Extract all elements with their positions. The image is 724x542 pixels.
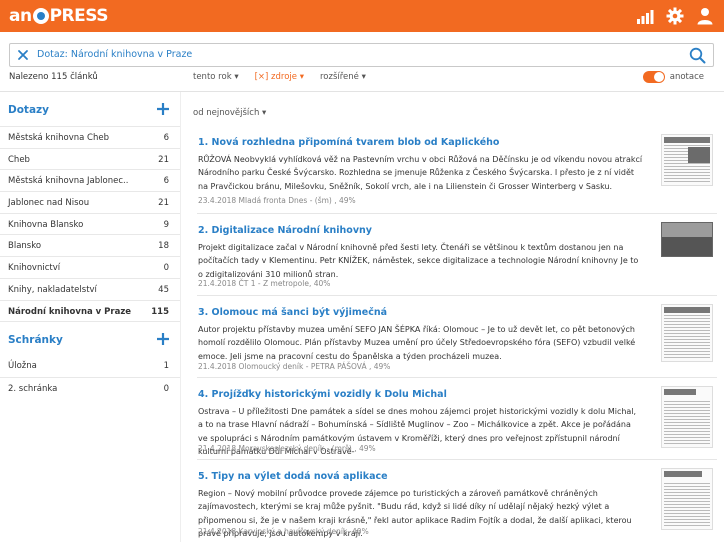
- add-box-icon[interactable]: [156, 332, 170, 346]
- box-count: 1: [163, 361, 169, 372]
- query-label: Knihovna Blansko: [8, 219, 84, 230]
- query-label: Knihy, nakladatelství: [8, 284, 97, 295]
- sidebar-query-item[interactable]: Cheb 21: [0, 147, 180, 170]
- gear-icon[interactable]: [666, 7, 684, 25]
- query-label: Národní knihovna v Praze: [8, 306, 132, 317]
- results-list: 1. Nová rozhledna připomíná tvarem blob …: [197, 126, 717, 542]
- results-count: Nalezeno 115 článků: [9, 72, 98, 82]
- article-snippet: Autor projektu přístavby muzea umění SEF…: [198, 325, 636, 361]
- article-snippet: RŮŽOVÁ Neobvyklá vyhlídková věž na Paste…: [198, 155, 643, 191]
- query-label: Městská knihovna Cheb: [8, 133, 109, 143]
- article-snippet: Projekt digitalizace začal v Národní kni…: [198, 243, 639, 279]
- query-count: 9: [163, 219, 169, 230]
- filter-advanced[interactable]: rozšířené ▾: [320, 72, 366, 82]
- sort-dropdown[interactable]: od nejnovějších ▾: [193, 108, 266, 118]
- article-title[interactable]: 4. Projížďky historickými vozidly k Dolu…: [198, 389, 447, 400]
- article-meta: 21.4.2018 Karvinský a havířovský deník, …: [198, 527, 369, 536]
- query-count: 6: [163, 176, 169, 187]
- box-count: 0: [163, 383, 169, 394]
- sidebar-query-item[interactable]: Knihy, nakladatelství 45: [0, 277, 180, 300]
- article-meta: 21.4.2018 Olomoucký deník - PETRA PÁŠOVÁ…: [198, 362, 391, 371]
- article-title[interactable]: 1. Nová rozhledna připomíná tvarem blob …: [198, 137, 499, 148]
- add-query-icon[interactable]: [156, 102, 170, 116]
- filter-sources[interactable]: [×] zdroje ▾: [255, 72, 304, 82]
- article-item: 3. Olomouc má šanci být výjimečná Autor …: [197, 296, 717, 378]
- article-thumbnail[interactable]: [661, 386, 713, 448]
- logo-text-left: an: [9, 6, 32, 26]
- annotations-label: anotace: [669, 72, 704, 82]
- sidebar-query-item-active[interactable]: Národní knihovna v Praze 115: [0, 299, 180, 322]
- article-thumbnail[interactable]: [661, 468, 713, 530]
- logo-text-right: PRESS: [49, 6, 109, 26]
- sidebar-query-item[interactable]: Jablonec nad Nisou 21: [0, 191, 180, 213]
- clear-search-icon[interactable]: [16, 48, 30, 62]
- filter-year[interactable]: tento rok ▾: [193, 72, 239, 82]
- article-title[interactable]: 2. Digitalizace Národní knihovny: [198, 225, 372, 236]
- query-label: Blansko: [8, 241, 42, 252]
- sidebar-query-item[interactable]: Blansko 18: [0, 234, 180, 256]
- query-label: Cheb: [8, 154, 30, 165]
- annotations-toggle[interactable]: [642, 71, 665, 83]
- article-item: 4. Projížďky historickými vozidly k Dolu…: [197, 378, 717, 460]
- article-meta: 21.4.2018 Moravskoslezský deník - (mrš) …: [198, 444, 376, 453]
- article-thumbnail[interactable]: [661, 304, 713, 362]
- query-count: 6: [163, 133, 169, 143]
- article-item: 2. Digitalizace Národní knihovny Projekt…: [197, 214, 717, 296]
- query-label: Městská knihovna Jablonec..: [8, 176, 129, 187]
- article-thumbnail[interactable]: [661, 222, 713, 257]
- query-count: 21: [158, 198, 169, 209]
- sidebar-query-item[interactable]: Městská knihovna Jablonec.. 6: [0, 169, 180, 191]
- query-count: 18: [158, 241, 169, 252]
- query-label: Jablonec nad Nisou: [8, 198, 90, 209]
- sidebar: Dotazy Městská knihovna Cheb 6 Cheb 21 M…: [0, 92, 181, 542]
- article-meta: 23.4.2018 Mladá fronta Dnes - (šm) , 49%: [198, 196, 356, 205]
- anopress-logo[interactable]: an PRESS: [9, 5, 108, 27]
- top-bar: an PRESS: [0, 0, 724, 32]
- sidebar-box-item[interactable]: 2. schránka 0: [0, 376, 180, 399]
- boxes-title: Schránky: [8, 334, 63, 347]
- bar-chart-icon[interactable]: [636, 7, 654, 25]
- article-meta: 21.4.2018 ČT 1 - Z metropole, 40%: [198, 279, 331, 288]
- query-label: Knihovnictví: [8, 263, 61, 274]
- query-count: 115: [151, 306, 169, 317]
- query-count: 0: [163, 263, 169, 274]
- sidebar-query-item[interactable]: Městská knihovna Cheb 6: [0, 126, 180, 148]
- sidebar-box-item[interactable]: Úložna 1: [0, 355, 180, 377]
- sidebar-query-item[interactable]: Knihovna Blansko 9: [0, 212, 180, 235]
- logo-eye-icon: [32, 8, 49, 24]
- query-count: 45: [158, 284, 169, 295]
- article-title[interactable]: 5. Tipy na výlet dodá nová aplikace: [198, 471, 388, 482]
- search-bar[interactable]: Dotaz: Národní knihovna v Praze: [9, 43, 714, 67]
- user-icon[interactable]: [696, 7, 714, 25]
- queries-title: Dotazy: [8, 104, 49, 116]
- search-input[interactable]: Dotaz: Národní knihovna v Praze: [37, 49, 192, 60]
- query-count: 21: [158, 154, 169, 165]
- article-item: 1. Nová rozhledna připomíná tvarem blob …: [197, 126, 717, 214]
- article-item: 5. Tipy na výlet dodá nová aplikace Regi…: [197, 460, 717, 542]
- article-thumbnail[interactable]: [661, 134, 713, 186]
- sidebar-query-item[interactable]: Knihovnictví 0: [0, 256, 180, 278]
- box-label: 2. schránka: [8, 383, 58, 394]
- search-icon[interactable]: [689, 47, 706, 64]
- article-title[interactable]: 3. Olomouc má šanci být výjimečná: [198, 307, 387, 318]
- box-label: Úložna: [8, 361, 37, 372]
